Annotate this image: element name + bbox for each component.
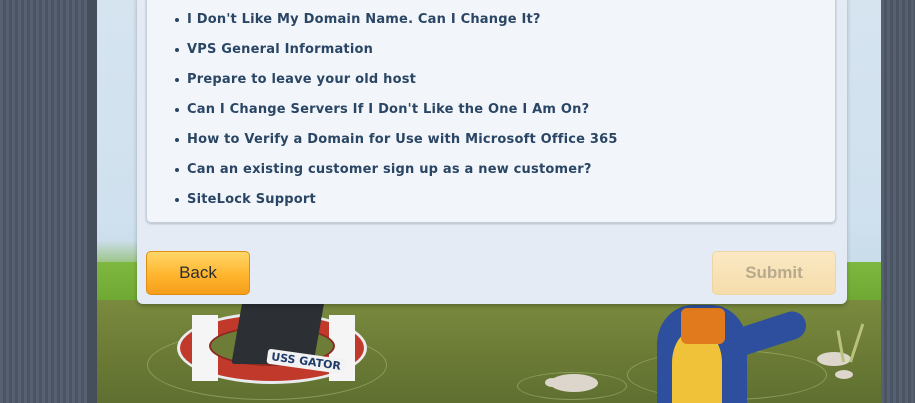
rock <box>835 370 853 379</box>
page-side-texture-right <box>881 0 915 403</box>
related-articles-box: I Don't Like My Domain Name. Can I Chang… <box>146 0 836 223</box>
bullet-icon <box>175 108 179 112</box>
article-link-label: VPS General Information <box>187 42 374 57</box>
bullet-icon <box>175 198 179 202</box>
page-frame-left <box>87 0 97 403</box>
rock <box>545 378 559 387</box>
article-link[interactable]: SiteLock Support <box>175 185 618 215</box>
support-panel: I Don't Like My Domain Name. Can I Chang… <box>137 0 847 304</box>
article-link-label: SiteLock Support <box>187 192 316 207</box>
life-vest <box>681 308 725 344</box>
article-link[interactable]: Can I Change Servers If I Don't Like the… <box>175 95 618 125</box>
bullet-icon <box>175 18 179 22</box>
article-link[interactable]: Can an existing customer sign up as a ne… <box>175 155 618 185</box>
article-link[interactable]: Prepare to leave your old host <box>175 65 618 95</box>
article-link-label: Prepare to leave your old host <box>187 72 417 87</box>
article-link-label: Can I Change Servers If I Don't Like the… <box>187 102 590 117</box>
article-link[interactable]: How to Verify a Domain for Use with Micr… <box>175 125 618 155</box>
article-link[interactable]: VPS General Information <box>175 35 618 65</box>
submit-button[interactable]: Submit <box>712 251 836 295</box>
article-link[interactable]: I Don't Like My Domain Name. Can I Chang… <box>175 5 618 35</box>
bullet-icon <box>175 168 179 172</box>
page-side-texture-left <box>0 0 87 403</box>
bullet-icon <box>175 48 179 52</box>
related-articles-list: I Don't Like My Domain Name. Can I Chang… <box>175 5 618 215</box>
article-link-label: Can an existing customer sign up as a ne… <box>187 162 592 177</box>
article-link-label: How to Verify a Domain for Use with Micr… <box>187 132 618 147</box>
back-button[interactable]: Back <box>146 251 250 295</box>
article-link-label: I Don't Like My Domain Name. Can I Chang… <box>187 12 541 27</box>
rock <box>817 352 851 366</box>
bullet-icon <box>175 78 179 82</box>
bullet-icon <box>175 138 179 142</box>
